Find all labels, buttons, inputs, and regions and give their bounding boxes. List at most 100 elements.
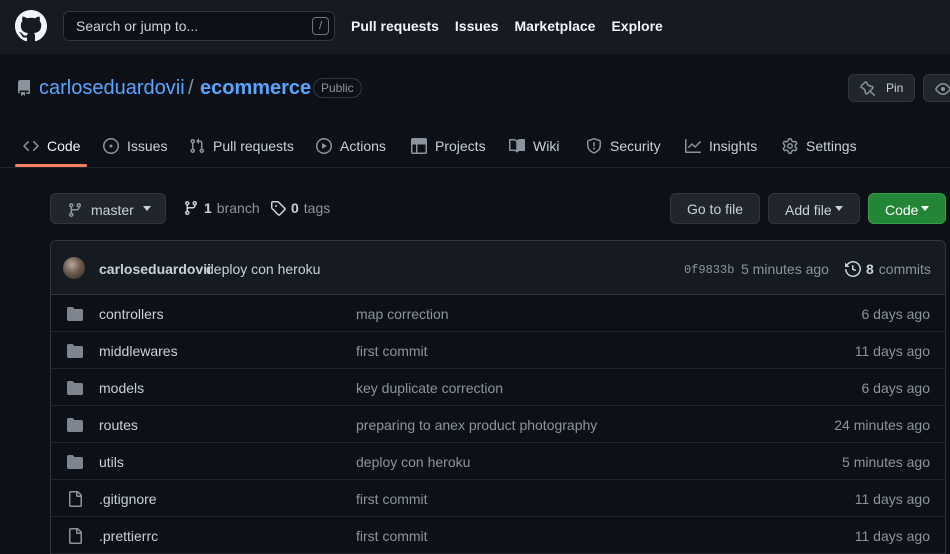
nav-issues[interactable]: Issues	[455, 18, 499, 34]
search-placeholder: Search or jump to...	[76, 18, 199, 34]
history-icon	[845, 261, 861, 277]
branch-count: 1	[204, 200, 212, 216]
shield-icon	[587, 138, 601, 154]
latest-commit-bar: carloseduardovii deploy con heroku 0f983…	[51, 241, 945, 295]
file-name-link[interactable]: controllers	[99, 306, 164, 322]
folder-icon	[67, 344, 83, 358]
watch-button[interactable]	[923, 74, 950, 102]
file-name-link[interactable]: middlewares	[99, 343, 178, 359]
tab-actions[interactable]: Actions	[316, 124, 386, 168]
branch-name: master	[91, 202, 134, 218]
file-commit-message-link[interactable]: first commit	[356, 491, 428, 507]
file-age: 6 days ago	[861, 306, 931, 322]
go-to-file-button[interactable]: Go to file	[670, 193, 760, 224]
global-nav: Pull requests Issues Marketplace Explore	[351, 18, 663, 34]
tag-count: 0	[291, 200, 299, 216]
file-age: 11 days ago	[854, 491, 930, 507]
graph-icon	[685, 139, 701, 153]
visibility-badge: Public	[313, 78, 362, 98]
tab-projects[interactable]: Projects	[411, 124, 486, 168]
tab-code-label: Code	[47, 138, 81, 154]
tab-issues[interactable]: Issues	[103, 124, 167, 168]
git-branch-icon	[68, 203, 81, 218]
file-commit-message-link[interactable]: map correction	[356, 306, 449, 322]
commit-count: 8	[866, 261, 874, 277]
file-commit-message-link[interactable]: key duplicate correction	[356, 380, 503, 396]
file-name-link[interactable]: routes	[99, 417, 138, 433]
file-commit-message-link[interactable]: preparing to anex product photography	[356, 417, 597, 433]
table-row[interactable]: .gitignore first commit 11 days ago	[51, 480, 945, 517]
add-file-button[interactable]: Add file	[768, 193, 860, 224]
folder-icon	[67, 418, 83, 432]
nav-explore[interactable]: Explore	[611, 18, 662, 34]
tag-icon	[271, 201, 286, 216]
tab-wiki-label: Wiki	[533, 138, 560, 154]
table-icon	[411, 138, 427, 154]
commit-author-link[interactable]: carloseduardovii	[99, 261, 211, 277]
file-icon	[69, 528, 82, 544]
code-button-label: Code	[885, 202, 919, 218]
branches-link[interactable]: 1 branch	[183, 200, 260, 216]
caret-down-icon	[143, 206, 151, 211]
code-download-button[interactable]: Code	[868, 193, 946, 224]
search-input[interactable]: Search or jump to... /	[63, 11, 335, 41]
tab-settings-label: Settings	[806, 138, 857, 154]
nav-pull-requests[interactable]: Pull requests	[351, 18, 439, 34]
file-name-link[interactable]: .gitignore	[99, 491, 157, 507]
tab-actions-label: Actions	[340, 138, 386, 154]
file-name-link[interactable]: .prettierrc	[99, 528, 158, 544]
gear-icon	[782, 138, 798, 154]
commit-sha-link[interactable]: 0f9833b	[684, 263, 734, 277]
file-name-link[interactable]: utils	[99, 454, 124, 470]
pin-label: Pin	[886, 81, 904, 95]
table-row[interactable]: middlewares first commit 11 days ago	[51, 332, 945, 369]
tags-link[interactable]: 0 tags	[270, 200, 330, 216]
pull-request-icon	[190, 138, 205, 154]
branch-word: branch	[216, 200, 260, 216]
folder-icon	[67, 381, 83, 395]
tab-code[interactable]: Code	[23, 124, 80, 168]
tab-security-label: Security	[610, 138, 661, 154]
commits-link[interactable]: 8 commits	[845, 261, 931, 277]
tab-wiki[interactable]: Wiki	[509, 124, 559, 168]
table-row[interactable]: models key duplicate correction 6 days ago	[51, 369, 945, 406]
file-age: 5 minutes ago	[842, 454, 930, 470]
github-logo-icon[interactable]	[15, 10, 47, 42]
play-icon	[316, 138, 332, 154]
tab-pull-requests-label: Pull requests	[213, 138, 294, 154]
repo-owner-link[interactable]: carloseduardovii	[39, 77, 185, 100]
table-row[interactable]: controllers map correction 6 days ago	[51, 295, 945, 332]
tab-insights[interactable]: Insights	[685, 124, 757, 168]
commit-time: 5 minutes ago	[741, 261, 829, 277]
caret-down-icon	[835, 206, 843, 211]
file-browser: carloseduardovii deploy con heroku 0f983…	[50, 240, 946, 554]
commit-message-link[interactable]: deploy con heroku	[206, 261, 320, 277]
table-row[interactable]: .prettierrc first commit 11 days ago	[51, 517, 945, 554]
top-header: Search or jump to... / Pull requests Iss…	[0, 0, 950, 54]
table-row[interactable]: routes preparing to anex product photogra…	[51, 406, 945, 443]
file-commit-message-link[interactable]: first commit	[356, 343, 428, 359]
repo-name-link[interactable]: ecommerce	[200, 77, 311, 100]
file-commit-message-link[interactable]: deploy con heroku	[356, 454, 470, 470]
file-name-link[interactable]: models	[99, 380, 144, 396]
branch-select-button[interactable]: master	[50, 193, 166, 224]
eye-icon	[935, 83, 950, 95]
tab-security[interactable]: Security	[586, 124, 661, 168]
pin-icon	[860, 81, 876, 97]
tab-pull-requests[interactable]: Pull requests	[189, 124, 294, 168]
avatar[interactable]	[63, 257, 85, 279]
tab-projects-label: Projects	[435, 138, 486, 154]
nav-marketplace[interactable]: Marketplace	[515, 18, 596, 34]
file-icon	[69, 491, 82, 507]
table-row[interactable]: utils deploy con heroku 5 minutes ago	[51, 443, 945, 480]
book-icon	[509, 138, 525, 153]
pin-button[interactable]: Pin	[848, 74, 915, 102]
tab-issues-label: Issues	[127, 138, 168, 154]
selected-tab-indicator	[15, 164, 87, 167]
repo-tabs: Code Issues Pull requests Actions Projec…	[0, 124, 950, 168]
tab-settings[interactable]: Settings	[782, 124, 857, 168]
file-age: 6 days ago	[861, 380, 931, 396]
file-age: 11 days ago	[854, 343, 930, 359]
file-commit-message-link[interactable]: first commit	[356, 528, 428, 544]
folder-icon	[67, 455, 83, 469]
